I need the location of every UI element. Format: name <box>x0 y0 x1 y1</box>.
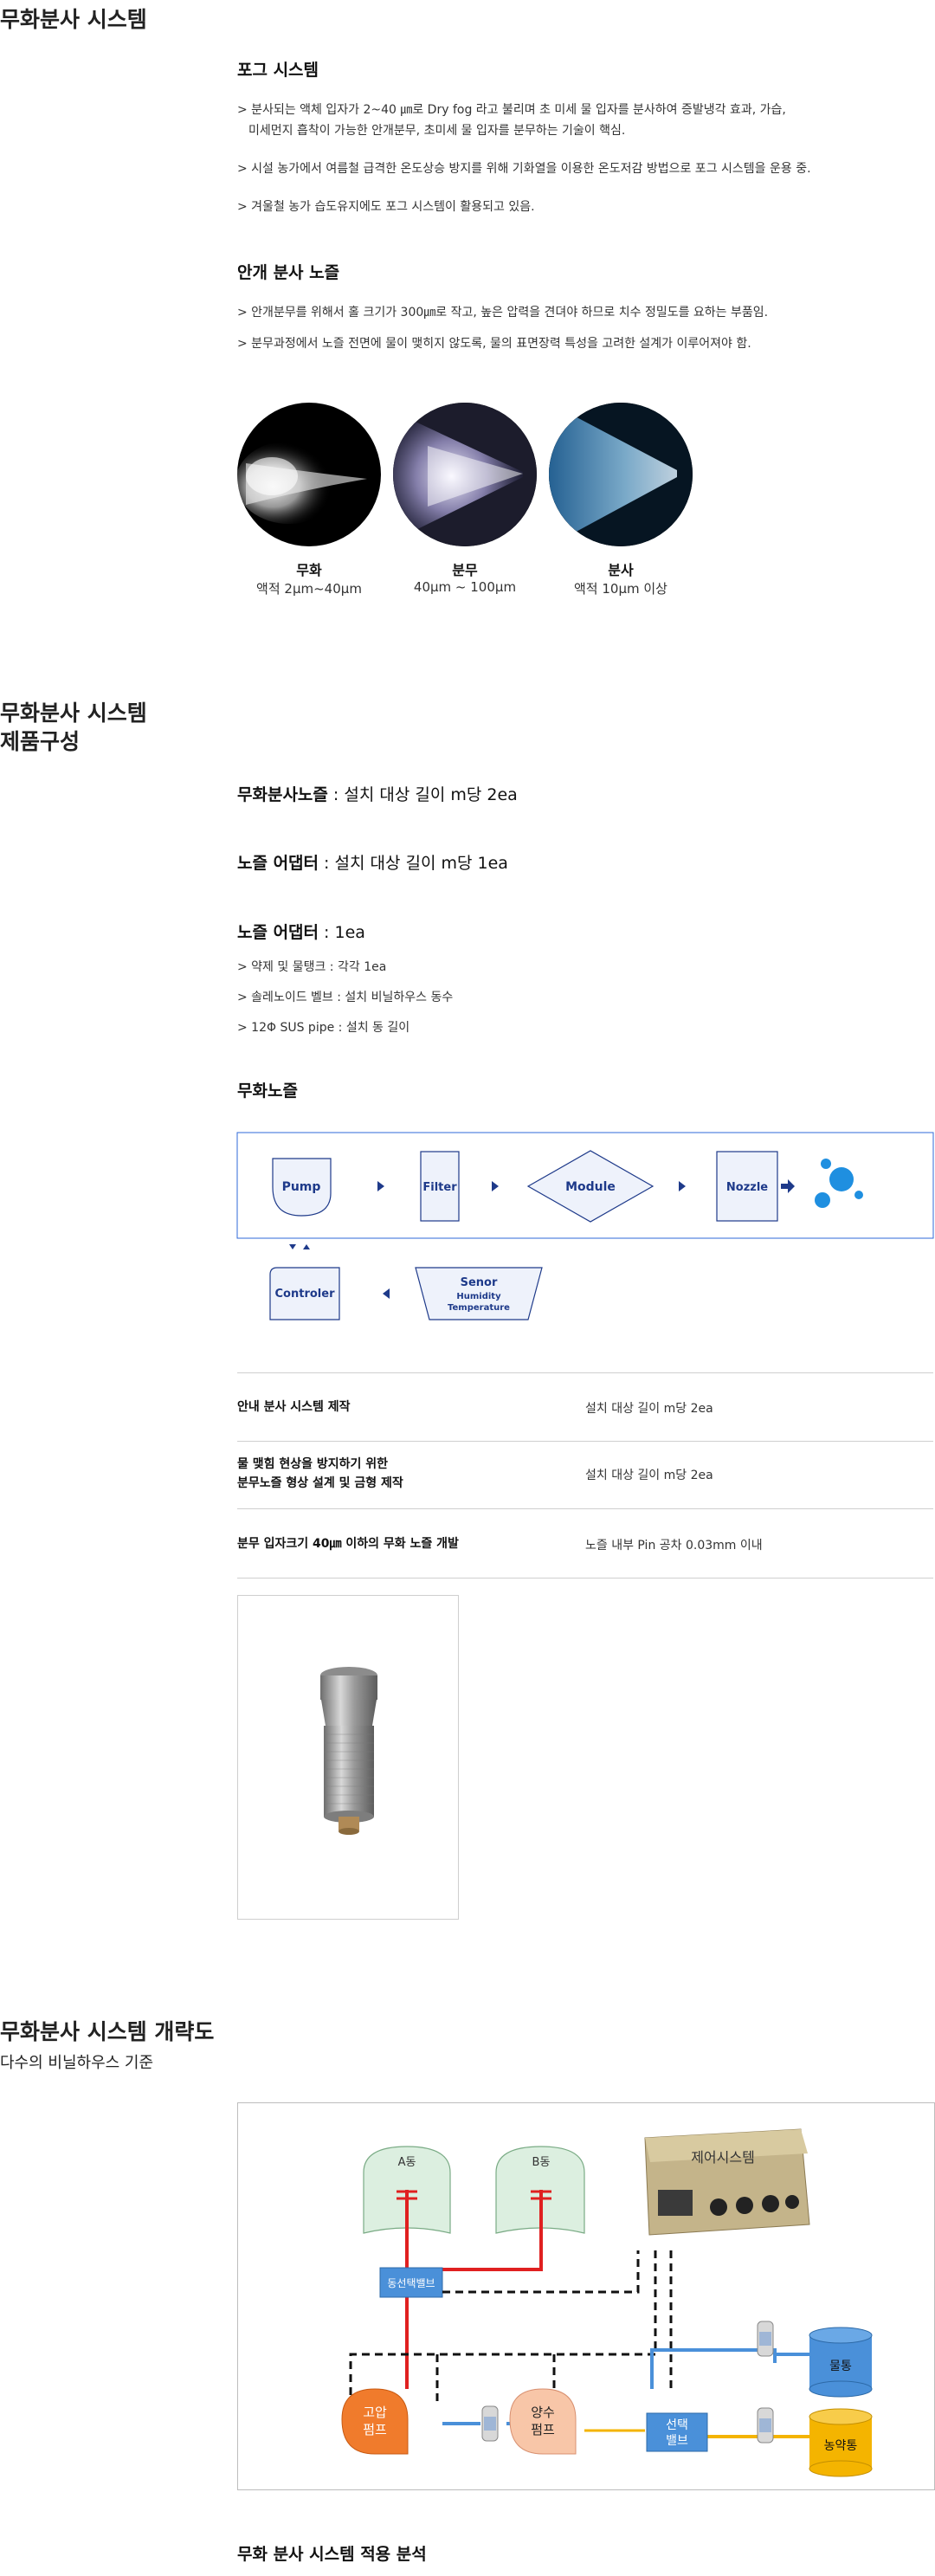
hp-pump-label-2: 펌프 <box>363 2422 387 2437</box>
selection-valve-label-1: 선택 <box>666 2418 688 2432</box>
jet-spray-image <box>549 403 693 546</box>
system-overview-diagram: A동 B동 제어시스템 동선택밸브 고압 펌프 양수 펌프 선택 밸브 물통 농… <box>237 2102 935 2490</box>
table-row-3-label: 분무 입자크기 40㎛ 이하의 무화 노즐 개발 <box>237 1537 459 1551</box>
component-item-2: > 솔레노이드 벨브 : 설치 비닐하우스 동수 <box>237 991 454 1004</box>
fog-bullet-2: > 시설 농가에서 여름철 급격한 온도상승 방지를 위해 기화열을 이용한 온… <box>237 162 811 176</box>
arrow-icon <box>377 1181 384 1191</box>
sensor-sub-label-1: Humidity <box>456 1292 501 1301</box>
water-tank-label: 물통 <box>829 2360 852 2373</box>
component-item-3: > 12Φ SUS pipe : 설치 동 길이 <box>237 1021 410 1035</box>
chemical-tank-label: 농약통 <box>824 2439 858 2453</box>
control-system-box <box>629 2122 818 2250</box>
table-row-2-label: 물 맺힘 현상을 방지하기 위한 분무노즐 형상 설계 및 금형 제작 <box>237 1457 403 1490</box>
fog-system-heading: 포그 시스템 <box>237 61 319 80</box>
fog-bullet-3: > 겨울철 농가 습도유지에도 포그 시스템이 활용되고 있음. <box>237 200 535 214</box>
filter-label: Filter <box>422 1181 457 1194</box>
section-subtitle: 다수의 비닐하우스 기준 <box>0 2054 154 2072</box>
spec-mist-nozzle: 무화분사노즐 : 설치 대상 길이 m당 2ea <box>237 785 518 804</box>
filter-cartridge-icon <box>481 2405 499 2442</box>
spray-image <box>393 403 537 546</box>
arrow-right-icon <box>781 1179 795 1193</box>
controller-label: Controler <box>275 1288 336 1301</box>
atomization-spray-image <box>237 403 381 546</box>
table-divider <box>237 1508 933 1509</box>
arrow-up-icon <box>303 1244 310 1249</box>
filter-cartridge-icon <box>757 2407 774 2444</box>
section-title-system-overview: 무화분사 시스템 개략도 <box>0 2019 215 2044</box>
nozzle-bullet-1: > 안개분무를 위해서 홀 크기가 300㎛로 작고, 높은 압력을 견뎌야 하… <box>237 306 769 320</box>
arrow-icon <box>679 1181 686 1191</box>
application-analysis-heading: 무화 분사 시스템 적용 분석 <box>237 2545 427 2564</box>
nozzle-bullet-2: > 분무과정에서 노즐 전면에 물이 맺히지 않도록, 물의 표면장력 특성을 … <box>237 337 751 351</box>
sensor-label: Senor <box>461 1276 498 1289</box>
arrow-left-icon <box>383 1288 390 1299</box>
nozzle-product-photo <box>237 1595 459 1920</box>
spec-nozzle-adapter-1: 노즐 어댑터 : 설치 대상 길이 m당 1ea <box>237 854 508 873</box>
arrow-icon <box>492 1181 499 1191</box>
spray-caption-size-2: 40μm ~ 100μm <box>413 579 517 595</box>
sensor-sub-label-2: Temperature <box>448 1303 510 1313</box>
table-row-2-value: 설치 대상 길이 m당 2ea <box>585 1469 713 1482</box>
table-row-1-value: 설치 대상 길이 m당 2ea <box>585 1402 713 1416</box>
table-divider <box>237 1372 933 1373</box>
filter-cartridge-icon <box>757 2321 774 2357</box>
greenhouse-b-label: B동 <box>532 2156 551 2169</box>
mist-nozzle-heading: 안개 분사 노즐 <box>237 263 340 282</box>
spray-caption-size-3: 액적 10μm 이상 <box>574 581 667 597</box>
table-divider <box>237 1441 933 1442</box>
nozzle-label: Nozzle <box>726 1181 768 1194</box>
mist-nozzle-flow-diagram: Pump Filter Module Nozzle Controler Seno… <box>236 1132 934 1320</box>
hp-pump-label-1: 고압 <box>363 2405 387 2420</box>
table-row-1-label: 안내 분사 시스템 제작 <box>237 1400 351 1414</box>
spray-caption-size-1: 액적 2μm~40μm <box>256 581 362 597</box>
table-divider <box>237 1578 933 1579</box>
pump-label: Pump <box>282 1180 321 1194</box>
section-title-mist-system: 무화분사 시스템 <box>0 7 147 32</box>
mist-nozzle-flow-heading: 무화노즐 <box>237 1081 298 1101</box>
lifting-pump-label-2: 펌프 <box>531 2422 555 2437</box>
zone-valve-label: 동선택밸브 <box>387 2277 435 2289</box>
arrow-down-icon <box>289 1244 296 1249</box>
module-label: Module <box>565 1180 616 1194</box>
fog-bullet-1: > 분사되는 액체 입자가 2~40 ㎛로 Dry fog 라고 불리며 초 미… <box>237 103 786 138</box>
spec-nozzle-adapter-2: 노즐 어댑터 : 1ea <box>237 923 365 942</box>
spray-caption-title-3: 분사 <box>608 562 634 578</box>
table-row-3-value: 노즐 내부 Pin 공차 0.03mm 이내 <box>585 1539 763 1553</box>
spray-caption-title-1: 무화 <box>296 562 322 578</box>
spray-caption-title-2: 분무 <box>452 562 478 578</box>
greenhouse-a-label: A동 <box>398 2156 416 2169</box>
water-droplets-icon <box>815 1159 863 1208</box>
lifting-pump-label-1: 양수 <box>531 2405 555 2420</box>
component-item-1: > 약제 및 물탱크 : 각각 1ea <box>237 960 387 974</box>
control-system-label: 제어시스템 <box>691 2149 755 2166</box>
section-title-product-composition: 무화분사 시스템 제품구성 <box>0 700 147 754</box>
selection-valve-label-2: 밸브 <box>666 2434 688 2448</box>
